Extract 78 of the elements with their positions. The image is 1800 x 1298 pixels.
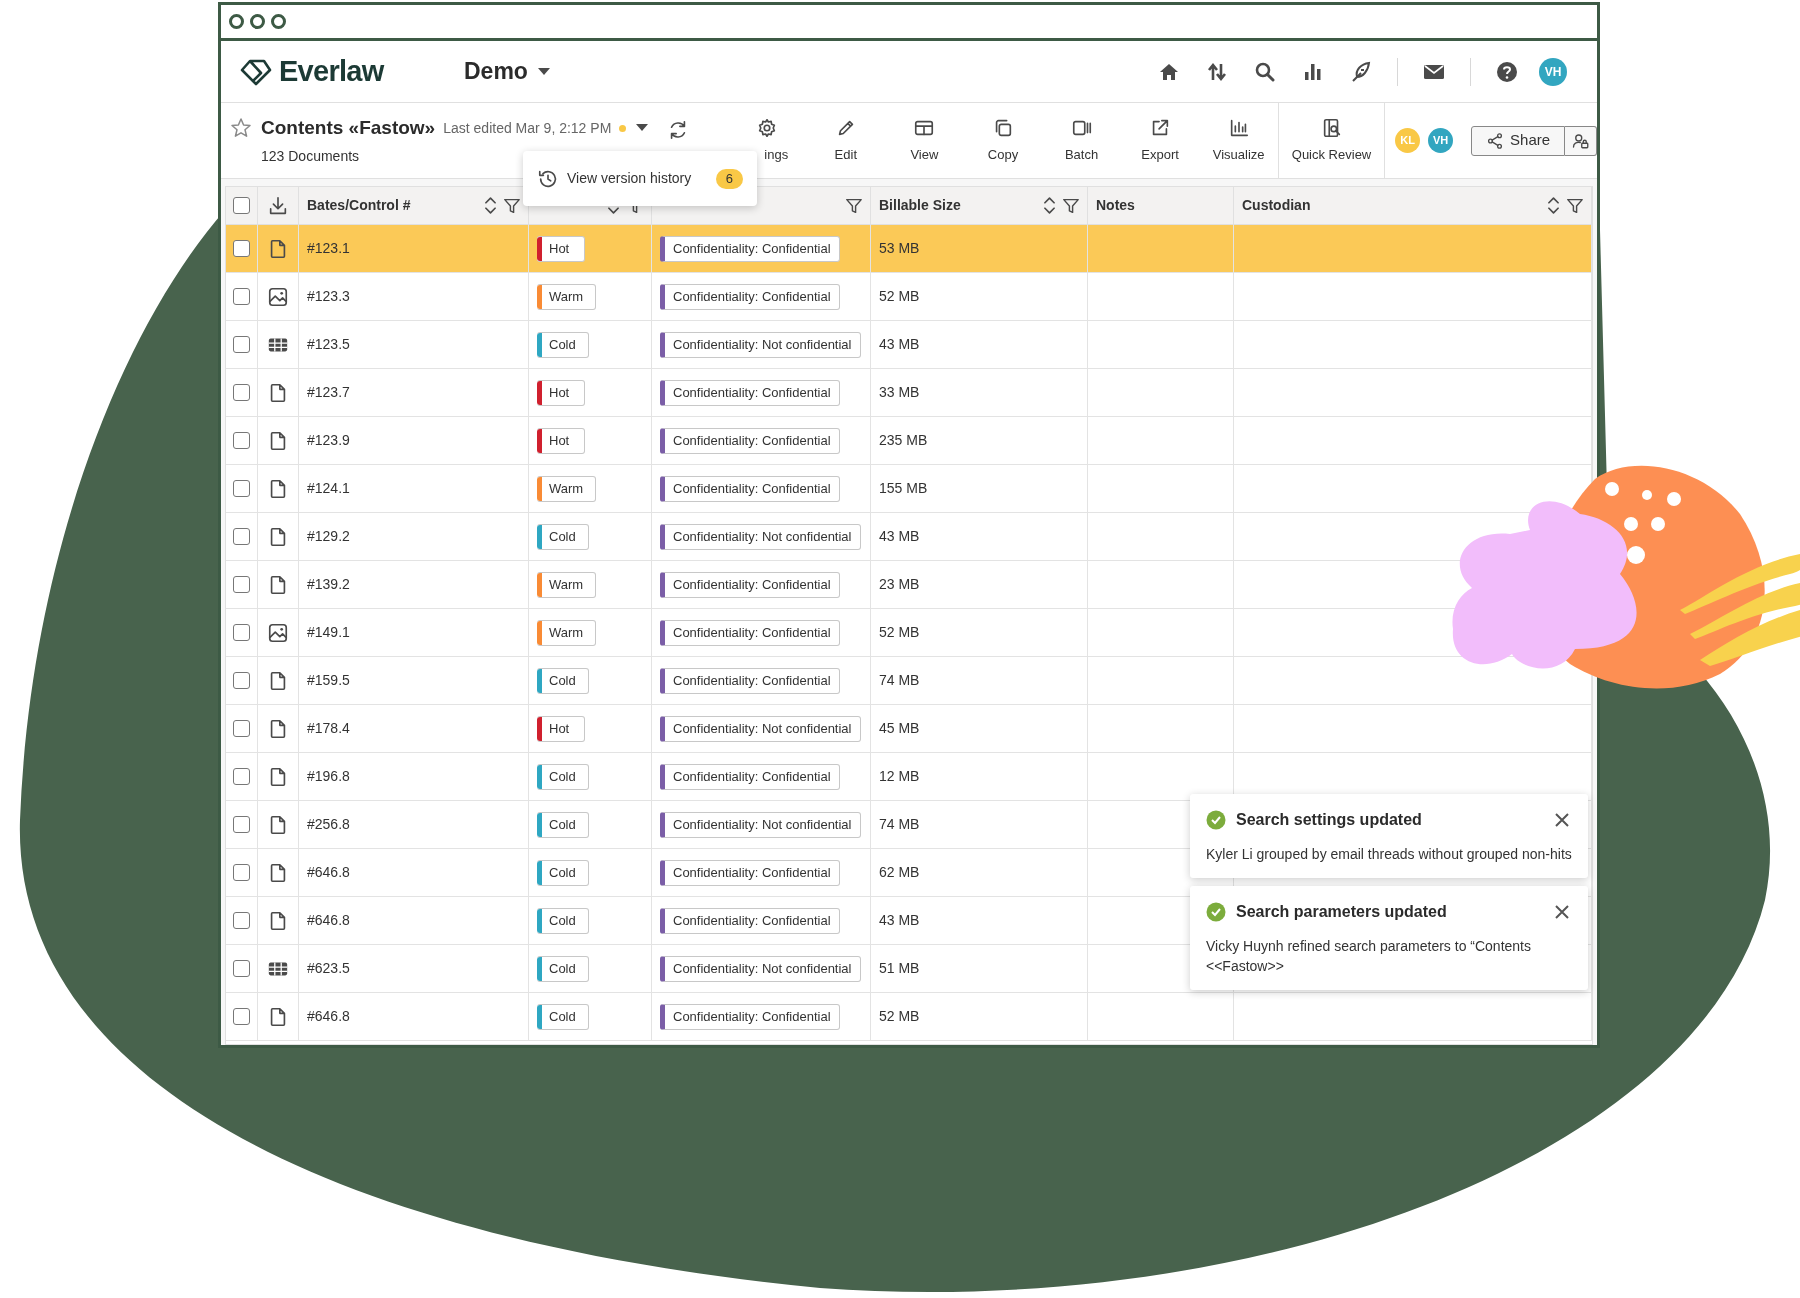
code-tag: Confidentiality: Confidential	[660, 571, 840, 598]
code-tag: Confidentiality: Not confidential	[660, 331, 861, 358]
code-tag: Confidentiality: Confidential	[660, 907, 840, 934]
table-cell-text: #123.7	[307, 383, 350, 402]
table-cell-text: 74 MB	[879, 815, 920, 834]
rating-tag: Warm	[537, 619, 597, 646]
rating-tag: Cold	[537, 667, 589, 694]
table-cell-text: 74 MB	[879, 671, 920, 690]
rating-tag: Hot	[537, 715, 585, 742]
code-tag: Confidentiality: Confidential	[660, 427, 840, 454]
version-count-badge: 6	[715, 168, 743, 189]
table-cell-text: 235 MB	[879, 431, 928, 450]
rating-tag: Warm	[537, 571, 597, 598]
table-cell-text: 52 MB	[879, 623, 920, 642]
code-tag: Confidentiality: Confidential	[660, 379, 840, 406]
code-tag: Confidentiality: Not confidential	[660, 955, 861, 982]
table-cell-text: 23 MB	[879, 575, 920, 594]
code-tag: Confidentiality: Confidential	[660, 763, 840, 790]
last-edited-text: Last edited Mar 9, 2:12 PM	[443, 118, 612, 138]
rating-tag: Warm	[537, 283, 597, 310]
table-cell-text: #178.4	[307, 719, 350, 738]
table-cell-text: 51 MB	[879, 959, 920, 978]
table-cell-text: 52 MB	[879, 1007, 920, 1026]
rating-tag: Hot	[537, 235, 585, 262]
table-cell-text: #123.9	[307, 431, 350, 450]
table-cell-text: #123.5	[307, 335, 350, 354]
table-cell-text: #123.1	[307, 239, 350, 258]
code-tag: Confidentiality: Not confidential	[660, 523, 861, 550]
table-cell-text: 33 MB	[879, 383, 920, 402]
code-tag: Confidentiality: Confidential	[660, 283, 840, 310]
table-cell-text: #159.5	[307, 671, 350, 690]
table-cell-text: #129.2	[307, 527, 350, 546]
table-cell-text: #256.8	[307, 815, 350, 834]
toast-title: Search settings updated	[1236, 810, 1422, 830]
rating-tag: Cold	[537, 955, 589, 982]
table-cell-text: #196.8	[307, 767, 350, 786]
rating-tag: Hot	[537, 379, 585, 406]
rating-tag: Cold	[537, 859, 589, 886]
app-logo: Everlaw	[279, 53, 386, 89]
table-cell-text: #139.2	[307, 575, 350, 594]
rating-tag: Cold	[537, 907, 589, 934]
table-cell-text: #123.3	[307, 287, 350, 306]
table-cell-text: #124.1	[307, 479, 350, 498]
code-tag: Confidentiality: Not confidential	[660, 811, 861, 838]
code-tag: Confidentiality: Confidential	[660, 475, 840, 502]
table-cell-text: #646.8	[307, 863, 350, 882]
table-cell-text: #149.1	[307, 623, 350, 642]
rating-tag: Hot	[537, 427, 585, 454]
search-title: Contents «Fastow»	[261, 115, 436, 140]
table-cell-text: 43 MB	[879, 527, 920, 546]
rating-tag: Cold	[537, 763, 589, 790]
table-cell-text: #646.8	[307, 1007, 350, 1026]
version-history-label: View version history	[567, 169, 692, 188]
document-count: 123 Documents	[260, 147, 361, 167]
table-cell-text: 45 MB	[879, 719, 920, 738]
table-cell-text: #623.5	[307, 959, 350, 978]
table-cell-text: 12 MB	[879, 767, 920, 786]
table-cell-text: #646.8	[307, 911, 350, 930]
code-tag: Confidentiality: Confidential	[660, 1003, 840, 1030]
rating-tag: Cold	[537, 523, 589, 550]
table-cell-text: 43 MB	[879, 335, 920, 354]
code-tag: Confidentiality: Confidential	[660, 235, 840, 262]
table-cell-text: 43 MB	[879, 911, 920, 930]
table-cell-text: 53 MB	[879, 239, 920, 258]
rating-tag: Cold	[537, 811, 589, 838]
toast-title: Search parameters updated	[1236, 902, 1447, 922]
viewer-avatar: KL	[1395, 128, 1421, 153]
table-cell-text: 62 MB	[879, 863, 920, 882]
table-cell-text: 155 MB	[879, 479, 928, 498]
rating-tag: Cold	[537, 1003, 589, 1030]
viewer-avatar: VH	[1428, 128, 1454, 153]
rating-tag: Cold	[537, 331, 589, 358]
table-cell-text: 52 MB	[879, 287, 920, 306]
code-tag: Confidentiality: Confidential	[660, 667, 840, 694]
code-tag: Confidentiality: Confidential	[660, 619, 840, 646]
code-tag: Confidentiality: Not confidential	[660, 715, 861, 742]
code-tag: Confidentiality: Confidential	[660, 859, 840, 886]
rating-tag: Warm	[537, 475, 597, 502]
